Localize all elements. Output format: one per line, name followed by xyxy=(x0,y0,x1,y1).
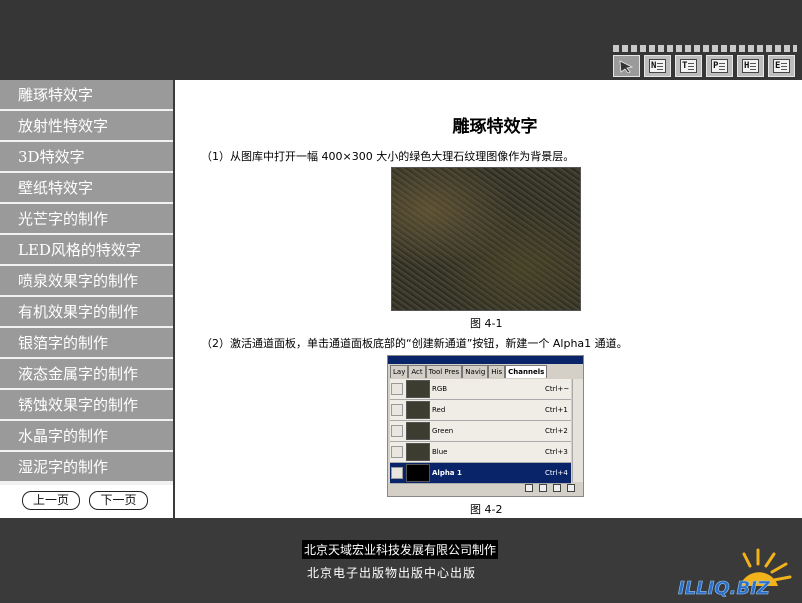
prev-page-button[interactable]: 上一页 xyxy=(22,491,80,510)
figure-caption-1: 图 4-1 xyxy=(470,317,503,330)
visibility-box-icon xyxy=(391,446,403,458)
page-p-icon: P xyxy=(711,59,728,73)
nav-item-penquan[interactable]: 喷泉效果字的制作 xyxy=(0,266,173,295)
save-selection-icon xyxy=(539,484,547,492)
pager: 上一页 下一页 xyxy=(0,485,173,518)
page-e-icon: E xyxy=(773,59,790,73)
page-n-icon: N xyxy=(649,59,666,73)
step1-text: （1）从图库中打开一幅 400×300 大小的绿色大理石纹理图像作为背景层。 xyxy=(201,150,575,163)
visibility-box-icon xyxy=(391,404,403,416)
panel-tab-actions: Act xyxy=(408,365,426,378)
nav-item-youji[interactable]: 有机效果字的制作 xyxy=(0,297,173,326)
content-area: 雕琢特效字 （1）从图库中打开一幅 400×300 大小的绿色大理石纹理图像作为… xyxy=(175,80,802,518)
logo: ILLIQ.BIZ xyxy=(678,548,792,598)
page-t-icon: T xyxy=(680,59,697,73)
page-title: 雕琢特效字 xyxy=(452,117,538,137)
nav-list: 雕琢特效字 放射性特效字 3D特效字 壁纸特效字 光芒字的制作 LED风格的特效… xyxy=(0,80,173,481)
channel-row-rgb: RGB Ctrl+~ xyxy=(390,379,571,400)
panel-scrollbar xyxy=(572,379,583,482)
pointer-button[interactable] xyxy=(613,55,640,77)
nav-item-fangshe[interactable]: 放射性特效字 xyxy=(0,111,173,140)
trash-icon xyxy=(567,484,575,492)
channel-thumbnail xyxy=(406,464,430,482)
channel-shortcut: Ctrl+2 xyxy=(545,427,568,435)
nav-item-led[interactable]: LED风格的特效字 xyxy=(0,235,173,264)
channel-row-alpha1: Alpha 1 Ctrl+4 xyxy=(390,463,571,484)
marble-texture-image xyxy=(391,167,581,311)
panel-tab-tool-presets: Tool Pres xyxy=(425,365,463,378)
channel-shortcut: Ctrl+~ xyxy=(545,385,570,393)
channel-name: RGB xyxy=(432,385,448,393)
channel-thumbnail xyxy=(406,443,430,461)
nav-item-yetai[interactable]: 液态金属字的制作 xyxy=(0,359,173,388)
publisher-text: 北京电子出版物出版中心出版 xyxy=(307,566,477,580)
page-h-icon: H xyxy=(742,59,759,73)
nav-item-3d[interactable]: 3D特效字 xyxy=(0,142,173,171)
channel-thumbnail xyxy=(406,401,430,419)
toolbar-t-button[interactable]: T xyxy=(675,55,702,77)
figure-caption-2: 图 4-2 xyxy=(470,503,503,516)
toolbar-h-button[interactable]: H xyxy=(737,55,764,77)
next-page-button[interactable]: 下一页 xyxy=(89,491,148,510)
panel-bottom-icons xyxy=(390,484,581,496)
nav-item-bizhi[interactable]: 壁纸特效字 xyxy=(0,173,173,202)
nav-item-yinbo[interactable]: 银箔字的制作 xyxy=(0,328,173,357)
panel-title-bar xyxy=(388,356,583,364)
top-bar: N T P H E xyxy=(0,0,802,80)
channels-panel-image: Lay Act Tool Pres Navig His Channels RGB… xyxy=(387,355,584,497)
channel-name: Alpha 1 xyxy=(432,469,462,477)
channel-shortcut: Ctrl+4 xyxy=(545,469,568,477)
panel-tab-layers: Lay xyxy=(390,365,409,378)
toolbar: N T P H E xyxy=(613,45,797,80)
panel-tab-navigator: Navig xyxy=(462,365,489,378)
panel-tabs: Lay Act Tool Pres Navig His Channels xyxy=(390,365,581,378)
channel-shortcut: Ctrl+1 xyxy=(545,406,568,414)
panel-tab-history: His xyxy=(488,365,506,378)
footer: 北京天域宏业科技发展有限公司制作 北京电子出版物出版中心出版 ILLIQ.BIZ xyxy=(0,518,802,603)
channel-row-blue: Blue Ctrl+3 xyxy=(390,442,571,463)
nav-item-guangmang[interactable]: 光芒字的制作 xyxy=(0,204,173,233)
channel-name: Green xyxy=(432,427,454,435)
channel-name: Blue xyxy=(432,448,448,456)
load-selection-icon xyxy=(525,484,533,492)
eye-icon xyxy=(391,467,403,479)
toolbar-n-button[interactable]: N xyxy=(644,55,671,77)
new-channel-icon xyxy=(553,484,561,492)
producer-text: 北京天域宏业科技发展有限公司制作 xyxy=(302,540,499,559)
channel-name: Red xyxy=(432,406,446,414)
cursor-icon xyxy=(619,60,633,73)
step2-text: （2）激活通道面板，单击通道面板底部的“创建新通道”按钮，新建一个 Alpha1… xyxy=(201,337,628,350)
nav-item-shini[interactable]: 湿泥字的制作 xyxy=(0,452,173,481)
toolbar-p-button[interactable]: P xyxy=(706,55,733,77)
panel-tab-channels: Channels xyxy=(505,365,548,378)
channel-row-green: Green Ctrl+2 xyxy=(390,421,571,442)
nav-item-diaozhuo[interactable]: 雕琢特效字 xyxy=(0,80,173,109)
channel-thumbnail xyxy=(406,422,430,440)
channel-thumbnail xyxy=(406,380,430,398)
channel-shortcut: Ctrl+3 xyxy=(545,448,568,456)
visibility-box-icon xyxy=(391,425,403,437)
nav-item-shuijing[interactable]: 水晶字的制作 xyxy=(0,421,173,450)
sidebar: 雕琢特效字 放射性特效字 3D特效字 壁纸特效字 光芒字的制作 LED风格的特效… xyxy=(0,80,173,518)
film-strip-decoration xyxy=(613,45,797,52)
nav-item-xiushi[interactable]: 锈蚀效果字的制作 xyxy=(0,390,173,419)
channel-row-red: Red Ctrl+1 xyxy=(390,400,571,421)
visibility-box-icon xyxy=(391,383,403,395)
logo-text: ILLIQ.BIZ xyxy=(678,578,771,598)
toolbar-e-button[interactable]: E xyxy=(768,55,795,77)
